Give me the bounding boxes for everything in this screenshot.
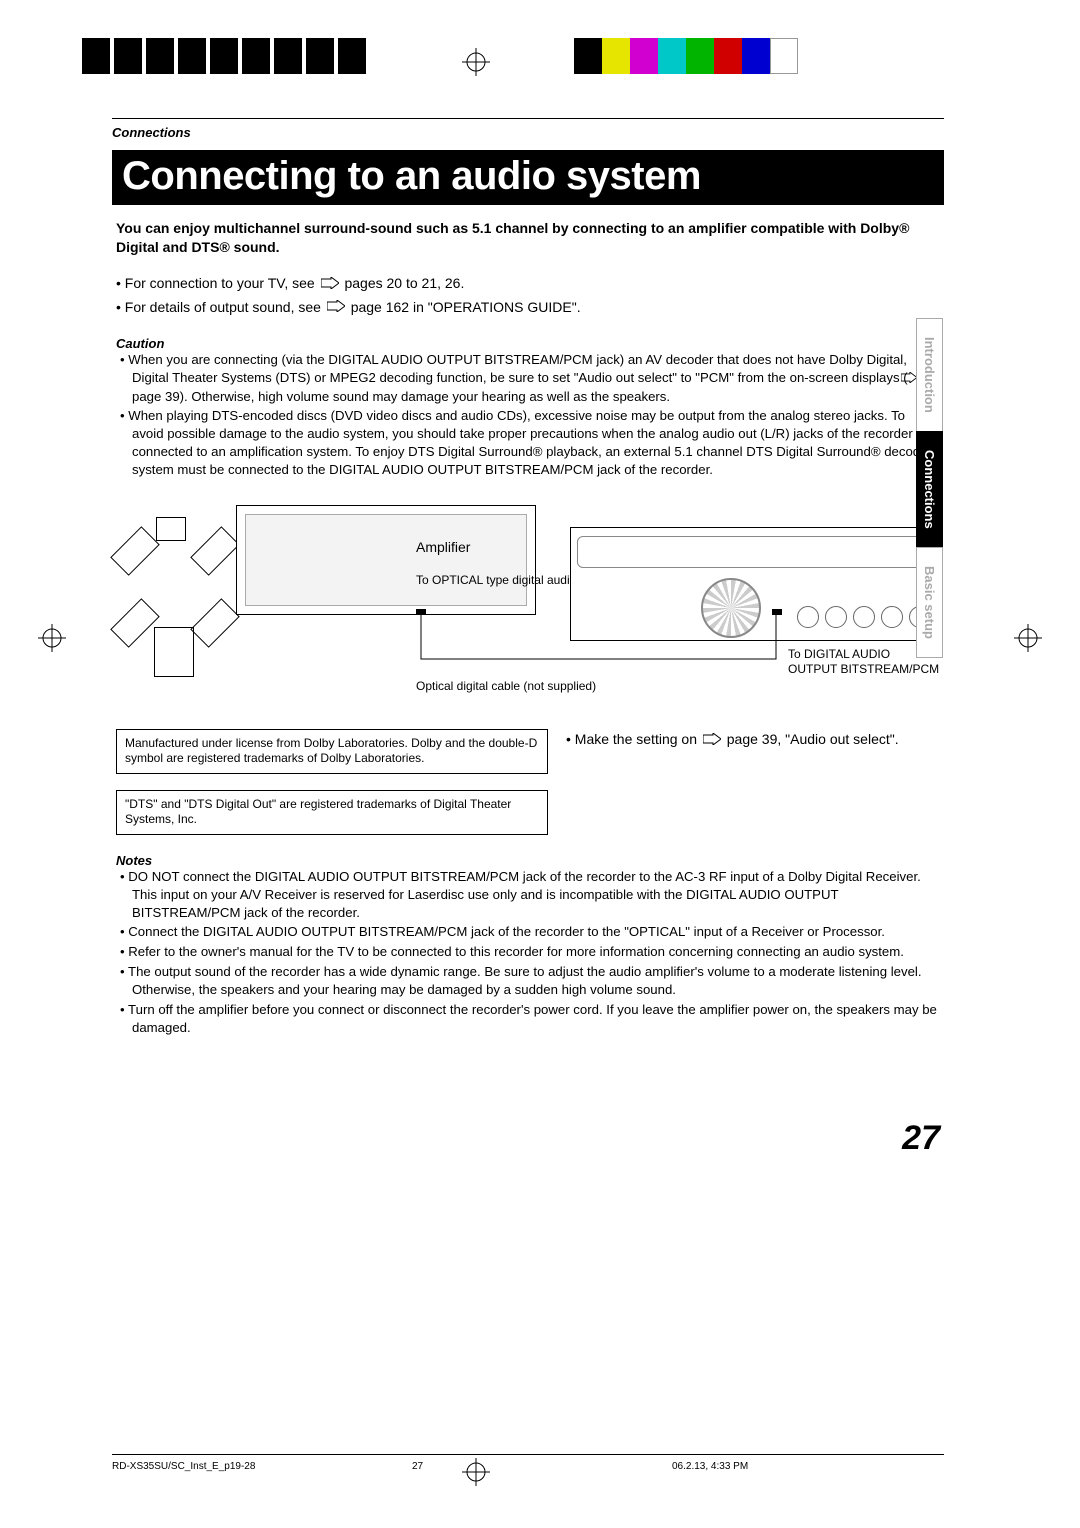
sound-ref-suffix: page 162 in "OPERATIONS GUIDE".: [351, 299, 581, 315]
note-item: • DO NOT connect the DIGITAL AUDIO OUTPU…: [132, 868, 940, 921]
amplifier-illustration: [236, 505, 536, 615]
cable-note: Optical digital cable (not supplied): [416, 679, 596, 693]
caution-heading: Caution: [112, 336, 944, 351]
registration-mark-icon: [462, 1458, 490, 1486]
speaker-icon: [190, 526, 239, 575]
tab-basic-setup: Basic setup: [916, 547, 943, 658]
print-marks: [0, 38, 1080, 74]
dts-license: "DTS" and "DTS Digital Out" are register…: [116, 790, 548, 835]
registration-mark-icon: [462, 48, 490, 76]
divider: [112, 118, 944, 119]
page-content: Connections Connecting to an audio syste…: [112, 118, 944, 1038]
rear-ports: [797, 606, 931, 628]
page-ref-arrow-icon: [703, 732, 721, 748]
speaker-icon: [110, 526, 159, 575]
tv-ref-suffix: pages 20 to 21, 26.: [344, 275, 464, 291]
note-item: • The output sound of the recorder has a…: [132, 963, 940, 999]
setting-note-suffix: page 39, "Audio out select".: [727, 731, 899, 747]
speaker-icon: [190, 598, 239, 647]
caution-body: • When you are connecting (via the DIGIT…: [112, 351, 944, 478]
page-title: Connecting to an audio system: [112, 150, 944, 205]
note-item: • Refer to the owner's manual for the TV…: [132, 943, 940, 961]
print-marks-bottom: [0, 1454, 1080, 1490]
sound-ref-prefix: • For details of output sound, see: [116, 299, 325, 315]
density-bars: [82, 38, 366, 74]
notes-heading: Notes: [112, 853, 944, 868]
tv-ref-prefix: • For connection to your TV, see: [116, 275, 319, 291]
amplifier-label: Amplifier: [416, 539, 470, 555]
intro-text: You can enjoy multichannel surround-soun…: [112, 219, 944, 257]
notes-body: • DO NOT connect the DIGITAL AUDIO OUTPU…: [112, 868, 944, 1036]
tab-connections: Connections: [916, 431, 943, 548]
optical-cable-line: [416, 609, 816, 679]
registration-mark-icon: [1014, 624, 1042, 652]
page-ref-arrow-icon: [327, 297, 345, 318]
caution-item-1b: page 39). Otherwise, high volume sound m…: [132, 389, 670, 404]
caution-item-1a: • When you are connecting (via the DIGIT…: [120, 352, 908, 385]
page-ref-arrow-icon: [321, 274, 339, 295]
registration-mark-icon: [38, 624, 66, 652]
center-speaker-icon: [156, 517, 186, 541]
subwoofer-icon: [154, 627, 194, 677]
setting-note-prefix: • Make the setting on: [566, 731, 701, 747]
side-tabs: Introduction Connections Basic setup: [916, 318, 944, 657]
reference-bullets: • For connection to your TV, see pages 2…: [112, 273, 944, 319]
note-item: • Connect the DIGITAL AUDIO OUTPUT BITST…: [132, 923, 940, 941]
tab-introduction: Introduction: [916, 318, 943, 432]
dolby-license: Manufactured under license from Dolby La…: [116, 729, 548, 774]
setting-note: • Make the setting on page 39, "Audio ou…: [566, 729, 940, 748]
license-row: Manufactured under license from Dolby La…: [116, 729, 940, 835]
section-label: Connections: [112, 125, 944, 140]
speaker-icon: [110, 598, 159, 647]
color-bars: [574, 38, 798, 74]
caution-item-2: • When playing DTS-encoded discs (DVD vi…: [132, 407, 940, 478]
page-number: 27: [902, 1119, 940, 1158]
connection-diagram: Amplifier To OPTICAL type digital audio …: [116, 499, 940, 709]
note-item: • Turn off the amplifier before you conn…: [132, 1001, 940, 1037]
